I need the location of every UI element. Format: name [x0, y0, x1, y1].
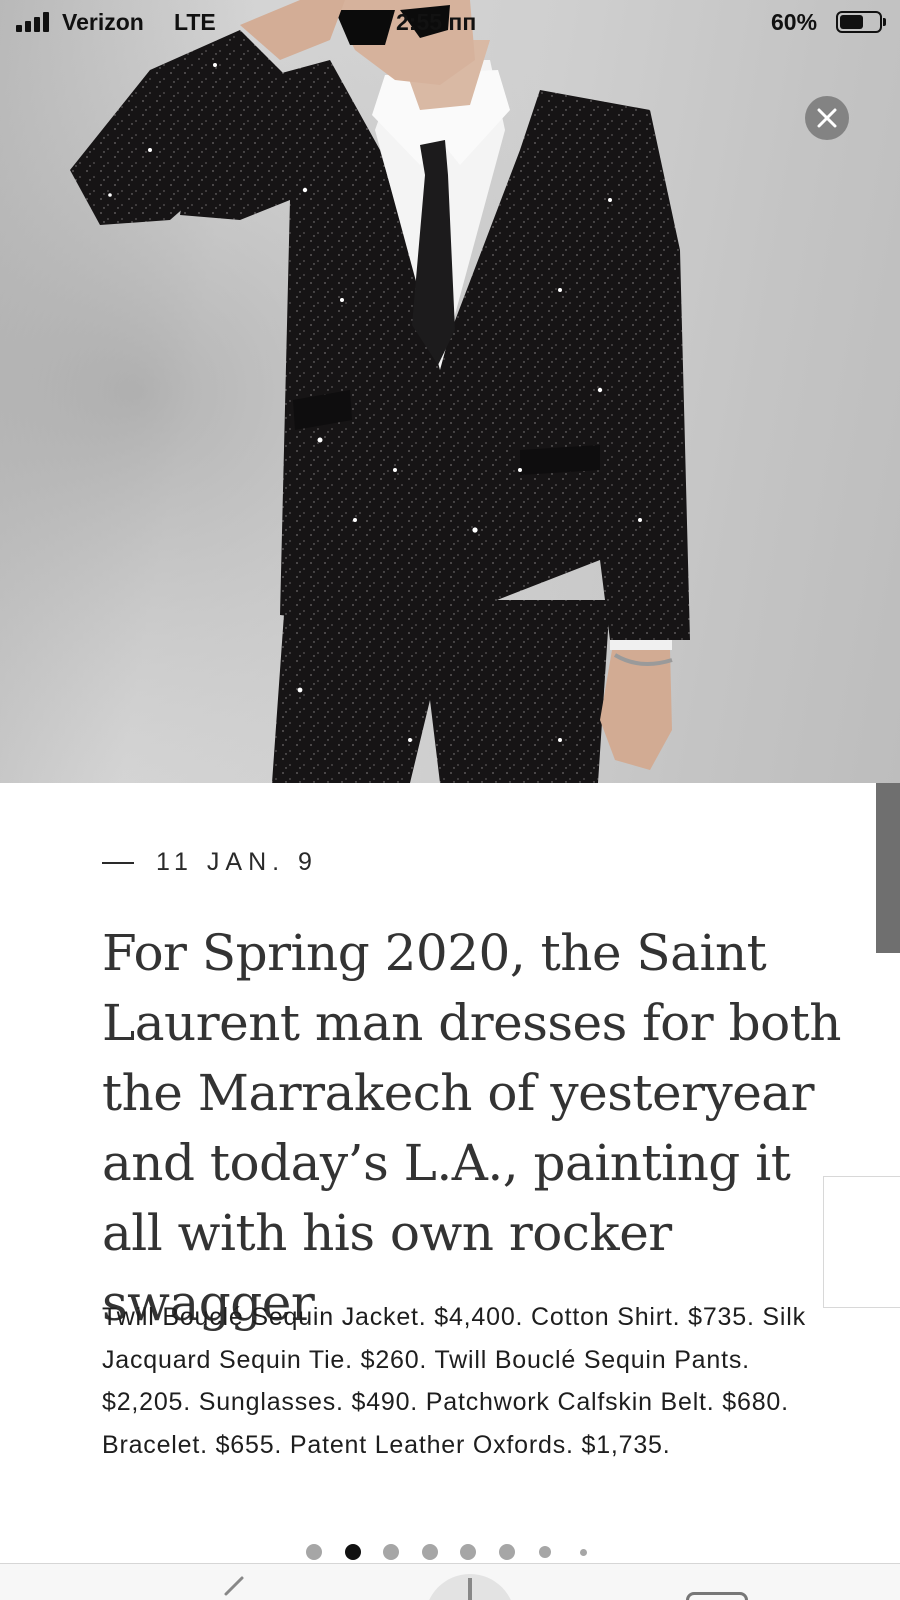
share-icon[interactable]: [425, 1574, 515, 1600]
tabs-icon[interactable]: [686, 1592, 748, 1600]
status-bar: Verizon LTE 2:55 пп 60%: [0, 0, 900, 46]
pagination-dot[interactable]: [421, 1544, 438, 1560]
pagination-dots[interactable]: [306, 1544, 606, 1564]
pagination-dot-active[interactable]: [344, 1544, 361, 1560]
pagination-dot[interactable]: [383, 1544, 399, 1560]
pagination-dot[interactable]: [498, 1544, 515, 1560]
signal-icon: [16, 12, 52, 32]
close-icon: [817, 108, 837, 128]
carrier-name: Verizon: [62, 9, 144, 35]
hero-photo: [0, 0, 900, 783]
model-illustration: [0, 0, 900, 783]
article-headline: For Spring 2020, the Saint Laurent man d…: [102, 924, 841, 1332]
browser-toolbar: [0, 1564, 900, 1600]
product-caption: Twill Bouclé Sequin Jacket. $4,400. Cott…: [102, 1303, 806, 1459]
battery-tip: [883, 18, 886, 26]
pagination-dot[interactable]: [306, 1544, 322, 1560]
network-type: LTE: [174, 9, 216, 35]
screen: Verizon LTE 2:55 пп 60% 11 JAN. 9 For Sp…: [0, 0, 900, 1600]
back-icon[interactable]: [218, 1574, 248, 1600]
adjacent-card-edge: [823, 1176, 900, 1308]
battery-percent: 60%: [771, 9, 818, 35]
adjacent-slide-edge: [876, 783, 900, 953]
pagination-dot[interactable]: [580, 1548, 587, 1556]
battery-level: [840, 15, 863, 29]
article-date: 11 JAN. 9: [102, 848, 318, 877]
close-button[interactable]: [805, 96, 849, 140]
status-time: 2:55 пп: [396, 9, 477, 35]
battery-icon: [836, 11, 882, 33]
pagination-dot[interactable]: [539, 1546, 551, 1558]
date-dash: [102, 861, 134, 864]
date-text: 11 JAN. 9: [156, 848, 318, 876]
pagination-dot[interactable]: [460, 1544, 476, 1560]
